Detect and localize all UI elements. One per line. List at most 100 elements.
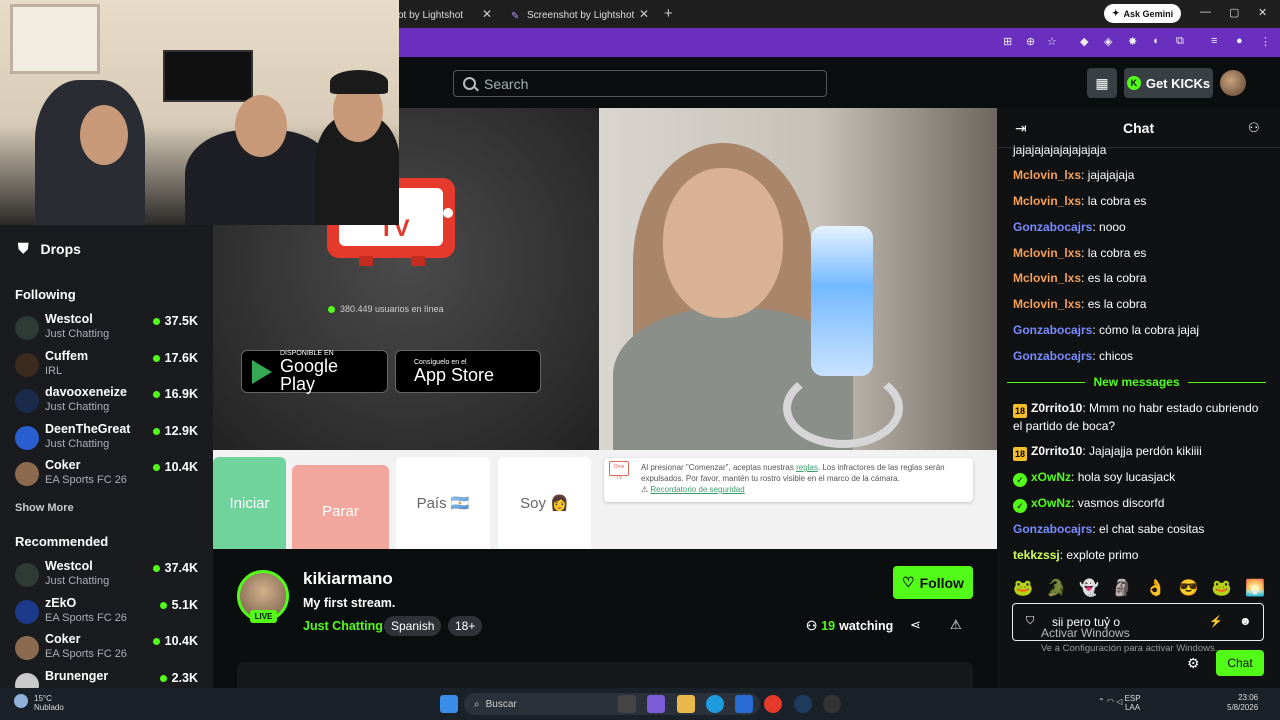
- parar-button[interactable]: Parar: [292, 465, 389, 549]
- zoom-icon[interactable]: ⊕: [1026, 35, 1035, 48]
- rules-link[interactable]: reglas: [796, 463, 818, 472]
- system-tray[interactable]: ⌃ ◠ ◁ ESP LAA: [1098, 694, 1141, 712]
- search-input[interactable]: [484, 75, 814, 92]
- chat-username[interactable]: Mclovin_lxs: [1013, 168, 1081, 182]
- drops-link[interactable]: ⛊ Drops: [18, 240, 81, 257]
- browser-tab[interactable]: ot by Lightshot ✕: [398, 3, 498, 28]
- store-icon[interactable]: [735, 695, 753, 713]
- tag-language[interactable]: Spanish: [384, 616, 442, 636]
- translate-icon[interactable]: ⊞: [1003, 35, 1012, 48]
- file-explorer-icon[interactable]: [677, 695, 695, 713]
- emote-icon[interactable]: 🗿: [1112, 578, 1132, 600]
- sidebar-channel[interactable]: DeenTheGreat Just Chatting 12.9K: [15, 422, 203, 456]
- soy-button[interactable]: Soy 👩: [498, 457, 591, 549]
- chat-message: jajajajajajajajajaja: [1013, 142, 1263, 159]
- chat-users-icon[interactable]: ⚇: [1248, 120, 1260, 136]
- live-dot: [152, 354, 160, 362]
- profile-icon[interactable]: ●: [1236, 35, 1243, 47]
- safety-reminder-link[interactable]: Recordatorio de seguridad: [650, 485, 744, 494]
- emote-icon[interactable]: 👌: [1146, 578, 1166, 600]
- chat-username[interactable]: Gonzabocajrs: [1013, 522, 1092, 536]
- extension-icon[interactable]: ✸: [1128, 35, 1137, 48]
- shield-icon: ⛉: [1026, 615, 1035, 627]
- gear-icon[interactable]: ⚙: [1187, 655, 1200, 672]
- app-store-badge[interactable]: Consíguelo en el App Store: [395, 350, 541, 393]
- extension-icon[interactable]: ◆: [1080, 35, 1088, 48]
- google-play-badge[interactable]: DISPONIBLE EN Google Play: [241, 350, 388, 393]
- copilot-icon[interactable]: [647, 695, 665, 713]
- puzzle-icon[interactable]: ⧉: [1176, 35, 1184, 48]
- start-icon[interactable]: [440, 695, 458, 713]
- weather-widget[interactable]: 15°C Nublado: [14, 694, 64, 712]
- reading-list-icon[interactable]: ≡: [1211, 35, 1217, 47]
- chat-username[interactable]: xOwNz: [1031, 470, 1071, 484]
- chat-username[interactable]: Gonzabocajrs: [1013, 220, 1092, 234]
- chat-message: Mclovin_lxs: es la cobra: [1013, 297, 1147, 311]
- emote-icon[interactable]: 😎: [1179, 578, 1199, 600]
- ask-gemini-button[interactable]: ✦ Ask Gemini: [1104, 4, 1182, 23]
- emoji-icon[interactable]: ☻: [1239, 614, 1252, 628]
- chat-username[interactable]: Mclovin_lxs: [1013, 246, 1081, 260]
- menu-icon[interactable]: ⋮: [1260, 35, 1271, 48]
- chat-username[interactable]: tekkzssj: [1013, 548, 1060, 562]
- sidebar-channel[interactable]: zEkO EA Sports FC 26 5.1K: [15, 596, 203, 630]
- share-icon[interactable]: ⋖: [910, 617, 921, 633]
- emote-icon[interactable]: 🌅: [1245, 578, 1265, 600]
- search-bar[interactable]: [453, 70, 827, 97]
- emote-icon[interactable]: 🐸: [1013, 578, 1033, 600]
- layout-button[interactable]: ▦: [1087, 68, 1117, 98]
- extension-icon[interactable]: ◖: [1152, 35, 1159, 47]
- maximize-button[interactable]: ▢: [1229, 6, 1239, 19]
- sidebar-channel[interactable]: Westcol Just Chatting 37.5K: [15, 312, 203, 346]
- emote-icon[interactable]: 👻: [1079, 578, 1099, 600]
- new-tab-button[interactable]: +: [664, 5, 673, 22]
- sidebar-channel[interactable]: Coker EA Sports FC 26 10.4K: [15, 458, 203, 492]
- sidebar-channel[interactable]: Cuffem IRL 17.6K: [15, 349, 203, 383]
- pais-button[interactable]: País 🇦🇷: [396, 457, 490, 549]
- close-window-button[interactable]: ✕: [1258, 6, 1267, 19]
- search-icon: ⌕: [474, 698, 480, 710]
- chat-message: Gonzabocajrs: nooo: [1013, 220, 1126, 234]
- taskbar-clock[interactable]: 23:06 5/8/2026: [1227, 693, 1258, 713]
- chat-username[interactable]: Mclovin_lxs: [1013, 194, 1081, 208]
- send-chat-button[interactable]: Chat: [1216, 650, 1264, 676]
- streamer-name[interactable]: kikiarmano: [303, 569, 393, 589]
- report-icon[interactable]: ⚠: [950, 617, 962, 633]
- app-icon[interactable]: [823, 695, 841, 713]
- tag-mature[interactable]: 18+: [448, 616, 483, 636]
- chat-username[interactable]: Z0rrito10: [1031, 401, 1082, 415]
- chat-username[interactable]: Mclovin_lxs: [1013, 297, 1081, 311]
- sidebar-channel[interactable]: davooxeneize Just Chatting 16.9K: [15, 385, 203, 419]
- grid-icon: ▦: [1095, 74, 1109, 91]
- chrome-icon[interactable]: [764, 695, 782, 713]
- edge-icon[interactable]: [706, 695, 724, 713]
- avatar: [15, 316, 39, 340]
- sidebar-channel[interactable]: Westcol Just Chatting 37.4K: [15, 559, 203, 593]
- chat-username[interactable]: xOwNz: [1031, 496, 1071, 510]
- chat-username[interactable]: Z0rrito10: [1031, 444, 1082, 458]
- sparkle-icon: ✦: [1112, 8, 1120, 18]
- emote-icon[interactable]: 🐸: [1212, 578, 1232, 600]
- sidebar-channel[interactable]: Coker EA Sports FC 26 10.4K: [15, 632, 203, 666]
- chat-username[interactable]: Gonzabocajrs: [1013, 349, 1092, 363]
- viewer-number: 37.5K: [164, 314, 198, 328]
- close-tab-icon[interactable]: ✕: [639, 7, 649, 21]
- emote-picker-icon[interactable]: ⚡: [1209, 615, 1223, 628]
- stream-category[interactable]: Just Chatting: [303, 619, 383, 633]
- get-kicks-button[interactable]: K Get KICKs: [1124, 68, 1213, 98]
- chat-username[interactable]: Gonzabocajrs: [1013, 323, 1092, 337]
- emote-icon[interactable]: 🐊: [1046, 578, 1066, 600]
- avatar[interactable]: [1220, 70, 1246, 96]
- steam-icon[interactable]: [794, 695, 812, 713]
- minimize-button[interactable]: —: [1200, 6, 1211, 18]
- follow-button[interactable]: ♡ Follow: [893, 566, 973, 599]
- task-view-icon[interactable]: [618, 695, 636, 713]
- show-more-link[interactable]: Show More: [15, 502, 74, 514]
- extension-icon[interactable]: ◈: [1104, 35, 1112, 48]
- browser-tab[interactable]: ✎ Screenshot by Lightshot ✕: [505, 3, 655, 28]
- collapse-chat-icon[interactable]: ⇥: [1015, 120, 1027, 137]
- bookmark-star-icon[interactable]: ☆: [1047, 35, 1057, 48]
- chat-username[interactable]: Mclovin_lxs: [1013, 271, 1081, 285]
- iniciar-button[interactable]: Iniciar: [213, 457, 286, 549]
- close-tab-icon[interactable]: ✕: [482, 7, 492, 21]
